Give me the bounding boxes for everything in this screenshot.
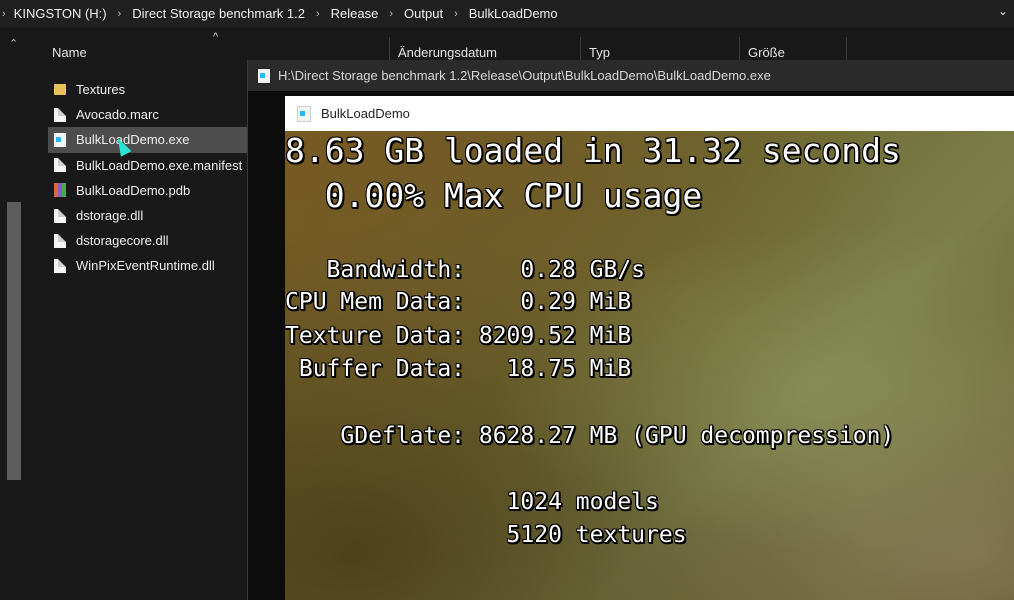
console-title: H:\Direct Storage benchmark 1.2\Release\… (278, 68, 771, 83)
file-name: BulkLoadDemo.exe.manifest (76, 157, 243, 173)
stat-textures: 5120 textures (285, 522, 687, 548)
file-name: Textures (76, 82, 126, 98)
summary-cpu-line: 0.00% Max CPU usage (285, 176, 703, 215)
list-item[interactable]: Textures (48, 77, 248, 102)
file-icon (54, 258, 66, 273)
breadcrumb-folder[interactable]: BulkLoadDemo (464, 6, 563, 21)
stat-texture-data: Texture Data: 8209.52 MiB (285, 323, 632, 349)
breadcrumb-separator-icon[interactable]: › (112, 8, 128, 20)
console-app-icon (258, 68, 270, 83)
file-name: Avocado.marc (76, 107, 159, 123)
breadcrumb-folder[interactable]: Release (326, 6, 384, 21)
stat-models: 1024 models (285, 489, 659, 515)
app-window[interactable]: BulkLoadDemo 8.63 GB loaded in 31.32 sec… (285, 96, 1014, 600)
breadcrumb-separator-icon[interactable]: › (310, 8, 326, 20)
app-titlebar[interactable]: BulkLoadDemo (285, 96, 1014, 131)
breadcrumb-folder[interactable]: Output (399, 6, 448, 21)
file-name: WinPixEventRuntime.dll (76, 258, 215, 274)
pdb-icon (54, 183, 66, 198)
app-title: BulkLoadDemo (321, 106, 410, 121)
list-item[interactable]: WinPixEventRuntime.dll (48, 253, 248, 278)
file-name: dstoragecore.dll (76, 233, 169, 249)
sort-ascending-icon: ^ (213, 31, 219, 43)
file-icon (54, 208, 66, 223)
address-bar[interactable]: › KINGSTON (H:) › Direct Storage benchma… (0, 0, 1014, 27)
list-item[interactable]: BulkLoadDemo.exe.manifest (48, 153, 248, 178)
app-icon (297, 105, 311, 122)
list-item[interactable]: dstorage.dll (48, 203, 248, 228)
file-icon (54, 107, 66, 122)
file-name: BulkLoadDemo.exe (76, 132, 190, 148)
scroll-up-arrow-icon[interactable]: ⌃ (9, 37, 18, 50)
exe-icon (54, 132, 66, 147)
breadcrumb-folder[interactable]: Direct Storage benchmark 1.2 (127, 6, 310, 21)
file-icon (54, 233, 66, 248)
folder-icon (54, 84, 66, 96)
console-titlebar[interactable]: H:\Direct Storage benchmark 1.2\Release\… (248, 60, 1014, 91)
column-header-row: ^ Name Änderungsdatum Typ Größe (28, 27, 1014, 65)
list-item[interactable]: dstoragecore.dll (48, 228, 248, 253)
stat-buffer-data: Buffer Data: 18.75 MiB (285, 356, 632, 382)
address-dropdown-icon[interactable]: ⌄ (998, 4, 1008, 18)
breadcrumb-separator-icon[interactable]: › (383, 8, 399, 20)
stat-bandwidth: Bandwidth: 0.28 GB/s (285, 257, 646, 283)
breadcrumb-drive[interactable]: KINGSTON (H:) (9, 6, 112, 21)
render-viewport[interactable]: 8.63 GB loaded in 31.32 seconds 0.00% Ma… (285, 131, 1014, 600)
scroll-thumb[interactable] (7, 202, 21, 480)
file-icon (54, 158, 66, 173)
list-item[interactable]: Avocado.marc (48, 102, 248, 127)
file-name: dstorage.dll (76, 208, 144, 224)
list-item[interactable]: BulkLoadDemo.pdb (48, 178, 248, 203)
list-item-selected[interactable]: BulkLoadDemo.exe (48, 127, 248, 153)
file-list: Textures Avocado.marc BulkLoadDemo.exe B… (48, 77, 248, 279)
column-header-type[interactable]: Typ (589, 27, 610, 60)
stat-cpu-mem: CPU Mem Data: 0.29 MiB (285, 289, 632, 315)
stat-gdeflate: GDeflate: 8628.27 MB (GPU decompression) (285, 423, 895, 449)
summary-load-line: 8.63 GB loaded in 31.32 seconds (285, 131, 901, 170)
vertical-scrollbar[interactable]: ⌃ (0, 27, 28, 600)
breadcrumb-separator-icon[interactable]: › (448, 8, 464, 20)
file-name: BulkLoadDemo.pdb (76, 182, 191, 198)
column-header-name[interactable]: Name (52, 27, 87, 60)
breadcrumb-chevron-icon[interactable]: › (0, 8, 9, 20)
column-header-size[interactable]: Größe (748, 27, 785, 60)
column-header-modified[interactable]: Änderungsdatum (398, 27, 497, 60)
